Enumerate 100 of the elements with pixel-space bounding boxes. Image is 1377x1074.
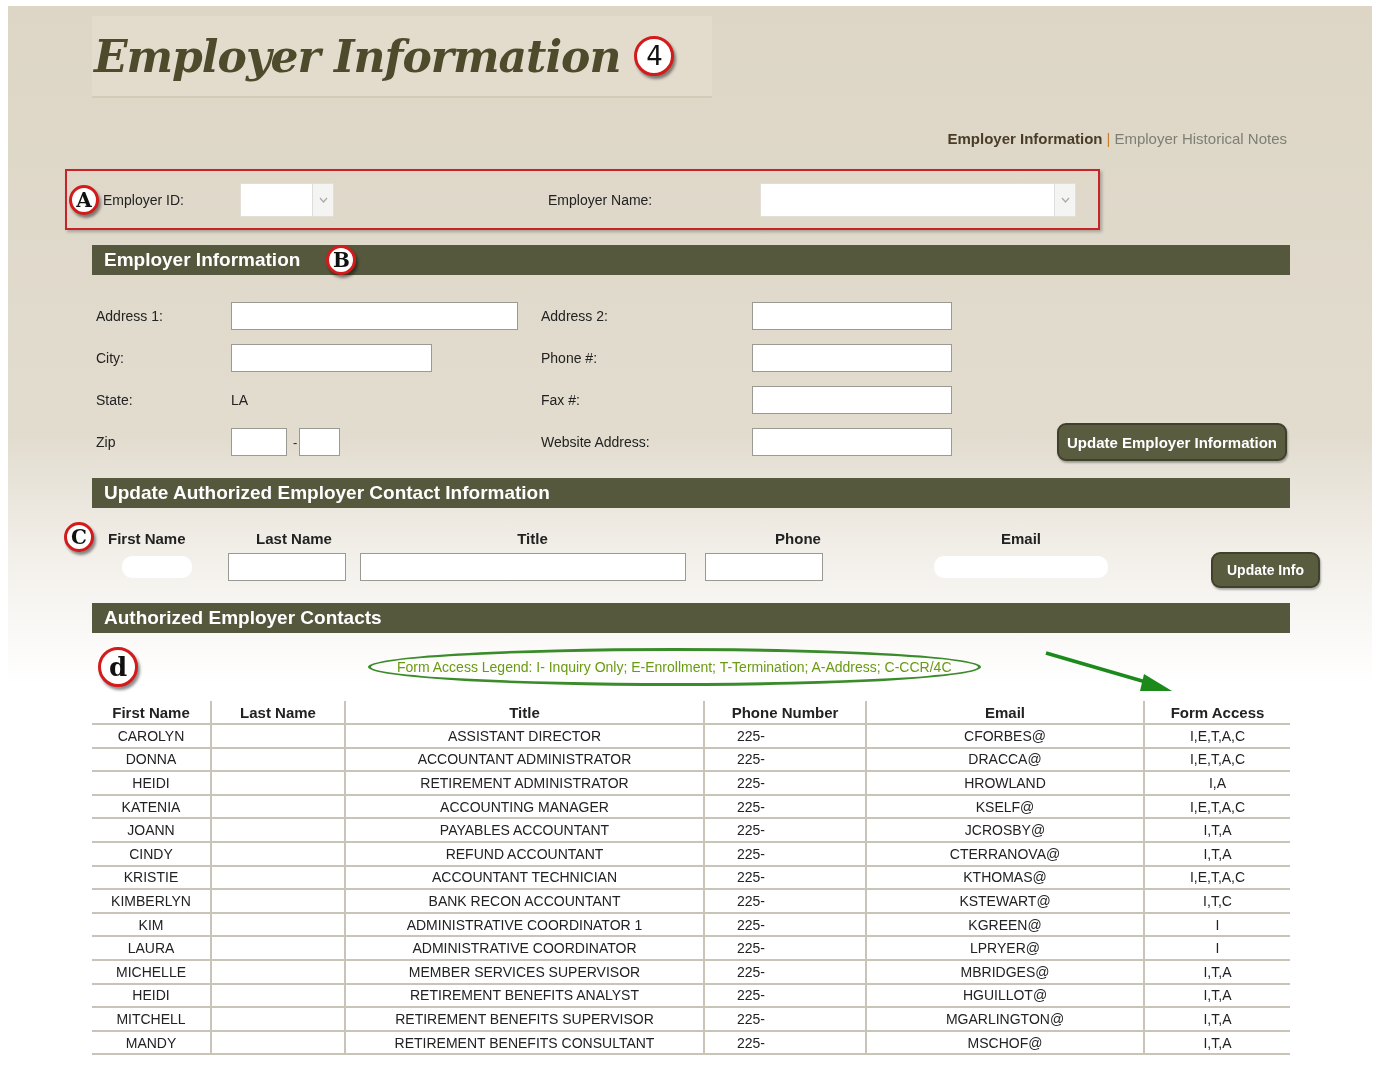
- section-title: Authorized Employer Contacts: [104, 607, 382, 629]
- field-label: Address 2:: [541, 308, 609, 324]
- section-title: Update Authorized Employer Contact Information: [104, 482, 550, 504]
- table-cell: CTERRANOVA@: [866, 841, 1144, 866]
- table-cell: RETIREMENT BENEFITS ANALYST: [345, 983, 704, 1008]
- chevron-icon: [1054, 183, 1075, 216]
- table-cell: 225-: [704, 912, 866, 937]
- table-cell: I,T,A: [1144, 959, 1290, 984]
- input-field[interactable]: [299, 428, 341, 456]
- table-cell: KSELF@: [866, 794, 1144, 819]
- dropdown-field[interactable]: [760, 182, 1076, 217]
- table-cell: RETIREMENT BENEFITS CONSULTANT: [345, 1030, 704, 1055]
- input-field[interactable]: [228, 553, 346, 581]
- table-cell: I,E,T,A,C: [1144, 865, 1290, 890]
- input-field[interactable]: [705, 553, 823, 581]
- input-field[interactable]: [752, 344, 952, 372]
- update-button[interactable]: Update Employer Information: [1057, 423, 1288, 461]
- table-cell: MSCHOF@: [866, 1030, 1144, 1055]
- table-cell: KRISTIE: [92, 865, 211, 890]
- input-field[interactable]: [752, 302, 952, 330]
- table-cell: CAROLYN: [92, 724, 211, 748]
- table-cell: MGARLINGTON@: [866, 1007, 1144, 1031]
- input-field[interactable]: [752, 386, 952, 414]
- column-header: Last Name: [255, 529, 333, 547]
- column-header: Phone Number: [704, 701, 866, 724]
- dropdown-field[interactable]: [240, 182, 334, 217]
- table-cell: ASSISTANT DIRECTOR: [345, 724, 704, 748]
- field-label: Employer ID:: [103, 191, 185, 208]
- table-cell: I,T,A: [1144, 818, 1290, 842]
- table-cell: HROWLAND: [866, 771, 1144, 795]
- table-cell: 225-: [704, 1030, 866, 1055]
- table-cell: ACCOUNTANT ADMINISTRATOR: [345, 747, 704, 772]
- column-header: First Name: [92, 701, 211, 724]
- nav-link[interactable]: Employer Information: [947, 130, 1103, 147]
- update-button[interactable]: Update Info: [1211, 552, 1320, 588]
- column-header: Title: [345, 701, 704, 724]
- table-cell: 225-: [704, 818, 866, 842]
- table-cell: 225-: [704, 747, 866, 772]
- input-field[interactable]: [231, 428, 287, 456]
- field-label: City:: [96, 350, 125, 366]
- table-cell: 225-: [704, 771, 866, 795]
- table-cell: I,A: [1144, 771, 1290, 795]
- callout-badge: 4: [634, 36, 675, 76]
- table-cell: MANDY: [92, 1030, 211, 1055]
- column-header: Last Name: [211, 701, 345, 724]
- table-cell: KIM: [92, 912, 211, 937]
- table-cell: MBRIDGES@: [866, 959, 1144, 984]
- input-field[interactable]: [231, 344, 432, 372]
- table-cell: I,T,A: [1144, 983, 1290, 1008]
- table-cell: I: [1144, 936, 1290, 960]
- table-cell: I: [1144, 912, 1290, 937]
- field-label: Employer Name:: [548, 191, 654, 208]
- callout-badge: A: [69, 184, 99, 215]
- callout-badge: C: [64, 522, 94, 552]
- table-cell: HGUILLOT@: [866, 983, 1144, 1008]
- table-cell: DRACCA@: [866, 747, 1144, 772]
- table-cell: I,T,A: [1144, 841, 1290, 866]
- table-cell: 225-: [704, 865, 866, 890]
- table-cell: LAURA: [92, 936, 211, 960]
- column-header: Title: [516, 529, 549, 547]
- table-cell: PAYABLES ACCOUNTANT: [345, 818, 704, 842]
- table-cell: REFUND ACCOUNTANT: [345, 841, 704, 866]
- page-title: Employer Information: [94, 30, 621, 82]
- table-cell: CINDY: [92, 841, 211, 866]
- separator-text: -: [293, 434, 298, 450]
- field-label: Website Address:: [541, 434, 651, 450]
- table-cell: DONNA: [92, 747, 211, 772]
- table-cell: 225-: [704, 1007, 866, 1031]
- input-field[interactable]: [231, 302, 518, 330]
- section-title: Employer Information: [104, 249, 301, 271]
- callout-badge: d: [98, 647, 138, 687]
- table-cell: I,T,C: [1144, 889, 1290, 913]
- input-field[interactable]: [752, 428, 952, 456]
- table-cell: KSTEWART@: [866, 889, 1144, 913]
- table-cell: HEIDI: [92, 983, 211, 1008]
- field-value: LA: [231, 392, 249, 408]
- table-cell: KATENIA: [92, 794, 211, 819]
- separator-text: |: [1106, 130, 1111, 147]
- column-header: Email: [866, 701, 1144, 724]
- table-cell: 225-: [704, 794, 866, 819]
- table-cell: LPRYER@: [866, 936, 1144, 960]
- table-cell: I,E,T,A,C: [1144, 747, 1290, 772]
- field-label: Address 1:: [96, 308, 164, 324]
- column-header: Form Access: [1144, 701, 1290, 724]
- legend-text: Form Access Legend: I- Inquiry Only; E-Enrollment; T-Termination; A-Address; C-CCR/4C: [368, 648, 981, 686]
- table-cell: CFORBES@: [866, 724, 1144, 748]
- table-cell: 225-: [704, 889, 866, 913]
- column-header: Email: [1000, 529, 1042, 547]
- field-label: State:: [96, 392, 134, 408]
- table-cell: KTHOMAS@: [866, 865, 1144, 890]
- table-cell: ACCOUNTANT TECHNICIAN: [345, 865, 704, 890]
- input-field[interactable]: [360, 553, 686, 581]
- table-cell: I,T,A: [1144, 1030, 1290, 1055]
- table-cell: I,T,A: [1144, 1007, 1290, 1031]
- table-cell: MITCHELL: [92, 1007, 211, 1031]
- field-label: Phone #:: [541, 350, 599, 366]
- table-cell: 225-: [704, 959, 866, 984]
- table-cell: I,E,T,A,C: [1144, 794, 1290, 819]
- table-cell: I,E,T,A,C: [1144, 724, 1290, 748]
- table-cell: JOANN: [92, 818, 211, 842]
